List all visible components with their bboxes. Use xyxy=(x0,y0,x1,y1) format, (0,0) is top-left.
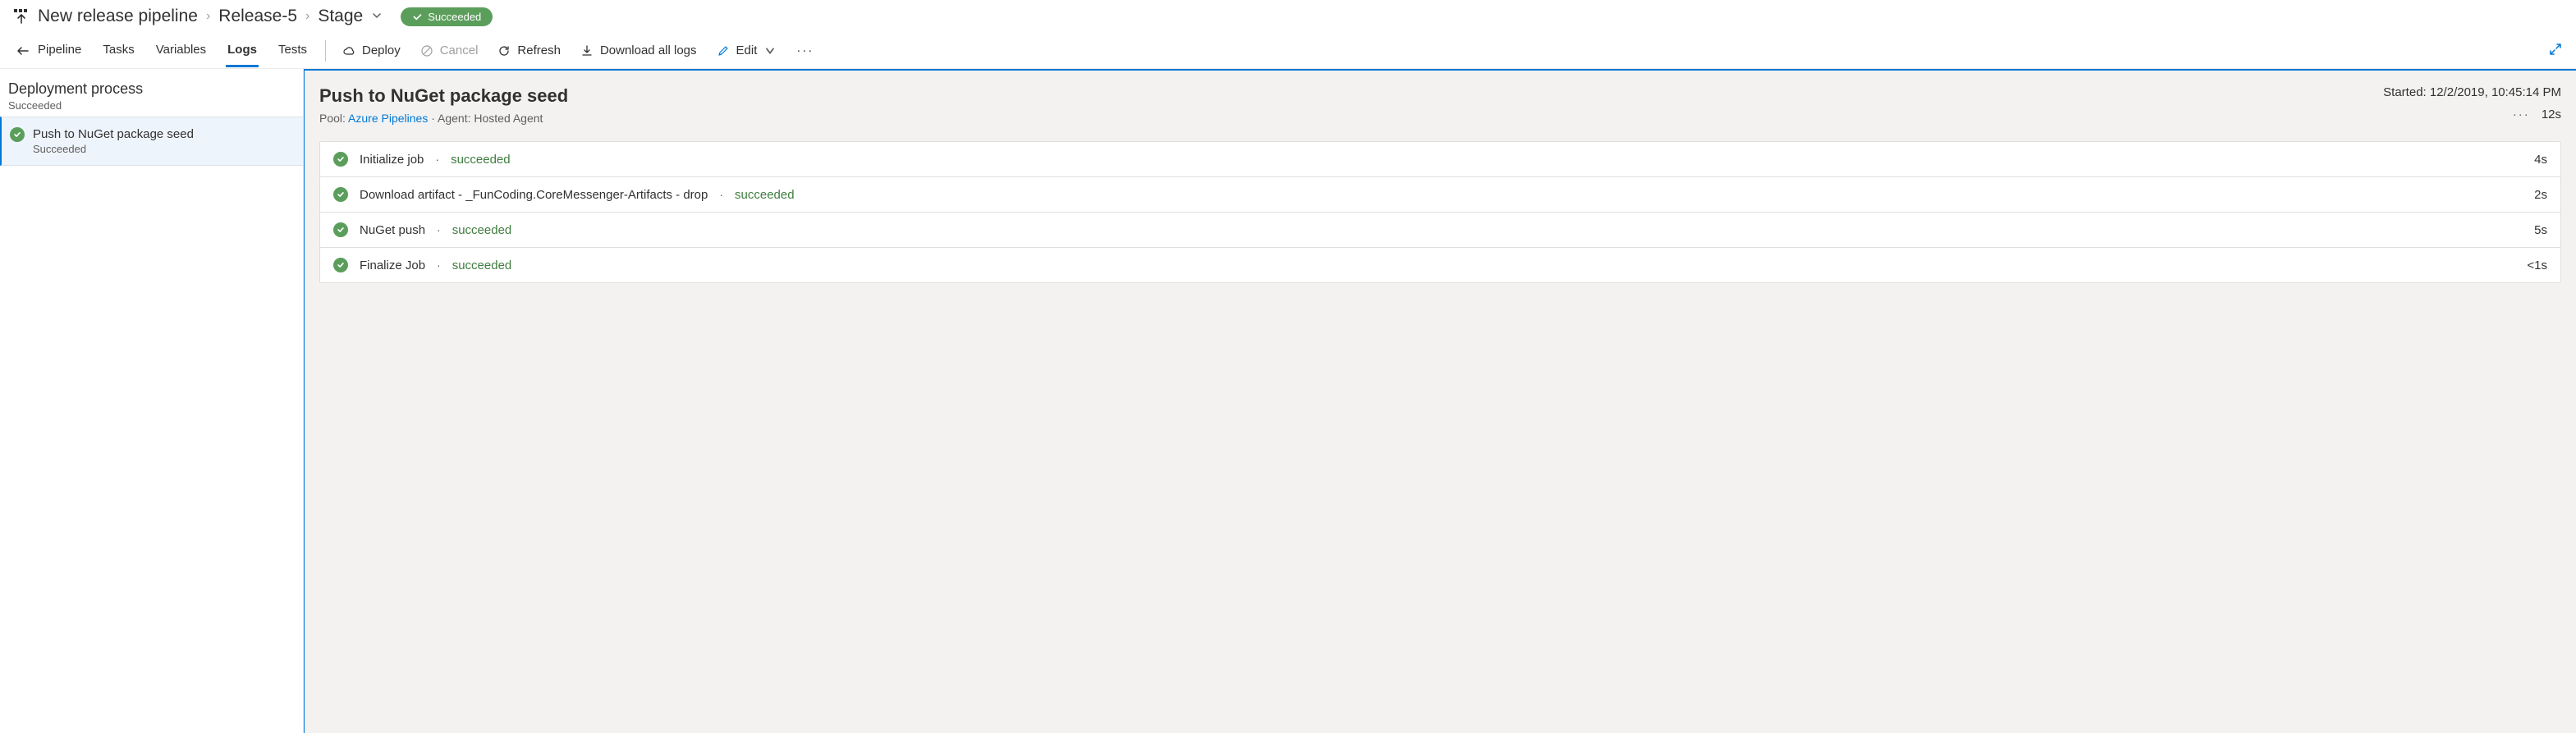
success-icon xyxy=(333,152,348,167)
pool-link[interactable]: Azure Pipelines xyxy=(348,112,428,125)
tab-variables[interactable]: Variables xyxy=(154,34,208,67)
edit-label: Edit xyxy=(736,43,758,57)
download-icon xyxy=(580,44,594,57)
step-duration: 2s xyxy=(2534,188,2547,202)
breadcrumb-release[interactable]: Release-5 xyxy=(218,7,297,26)
separator: · xyxy=(719,188,723,201)
check-icon xyxy=(412,11,423,22)
pencil-icon xyxy=(717,44,730,57)
divider xyxy=(325,40,326,62)
sidebar-item-name: Push to NuGet package seed xyxy=(33,127,194,141)
tab-pipeline[interactable]: Pipeline xyxy=(36,34,83,67)
meta-separator: · xyxy=(431,112,438,125)
separator: · xyxy=(437,259,441,272)
step-status: succeeded xyxy=(735,188,795,202)
steps-list: Initialize job · succeeded 4s Download a… xyxy=(319,141,2561,283)
sidebar-header: Deployment process Succeeded xyxy=(0,69,303,117)
job-title: Push to NuGet package seed xyxy=(319,85,568,107)
download-logs-button[interactable]: Download all logs xyxy=(580,43,697,57)
success-icon xyxy=(10,127,25,142)
refresh-label: Refresh xyxy=(517,43,561,57)
ellipsis-icon: ··· xyxy=(796,43,814,57)
total-duration: 12s xyxy=(2542,108,2561,121)
deployment-process-title: Deployment process xyxy=(8,80,295,98)
sidebar: Deployment process Succeeded Push to NuG… xyxy=(0,69,304,733)
deployment-process-status: Succeeded xyxy=(8,99,295,112)
tab-tasks[interactable]: Tasks xyxy=(101,34,135,67)
toolbar: Pipeline Tasks Variables Logs Tests Depl… xyxy=(0,33,2576,69)
started-time: Started: 12/2/2019, 10:45:14 PM xyxy=(2383,85,2561,99)
step-row[interactable]: NuGet push · succeeded 5s xyxy=(320,213,2560,248)
content: Deployment process Succeeded Push to NuG… xyxy=(0,69,2576,733)
page-header: New release pipeline › Release-5 › Stage… xyxy=(0,0,2576,33)
expand-button[interactable] xyxy=(2548,42,2563,59)
step-duration: <1s xyxy=(2527,259,2547,272)
cancel-button: Cancel xyxy=(420,43,479,57)
step-duration: 4s xyxy=(2534,153,2547,167)
action-bar: Deploy Cancel Refresh Download all logs … xyxy=(342,43,814,57)
edit-button[interactable]: Edit xyxy=(717,43,777,57)
chevron-right-icon: › xyxy=(305,9,309,24)
chevron-right-icon: › xyxy=(206,9,210,24)
step-row[interactable]: Finalize Job · succeeded <1s xyxy=(320,248,2560,282)
cloud-icon xyxy=(342,44,355,57)
tab-logs[interactable]: Logs xyxy=(226,34,259,67)
step-name: NuGet push xyxy=(360,223,425,237)
step-status: succeeded xyxy=(452,223,512,237)
step-duration: 5s xyxy=(2534,223,2547,237)
job-more-button[interactable]: ··· xyxy=(2513,108,2530,121)
status-badge-label: Succeeded xyxy=(428,11,481,23)
tabs: Pipeline Tasks Variables Logs Tests xyxy=(36,34,309,67)
step-name: Initialize job xyxy=(360,153,424,167)
more-button[interactable]: ··· xyxy=(796,43,814,57)
step-row[interactable]: Initialize job · succeeded 4s xyxy=(320,142,2560,177)
success-icon xyxy=(333,187,348,202)
cancel-label: Cancel xyxy=(440,43,479,57)
separator: · xyxy=(435,153,439,166)
release-icon xyxy=(13,8,30,25)
back-button[interactable] xyxy=(13,41,33,61)
tab-tests[interactable]: Tests xyxy=(277,34,309,67)
cancel-icon xyxy=(420,44,433,57)
status-badge: Succeeded xyxy=(401,7,493,26)
main-header: Push to NuGet package seed Pool: Azure P… xyxy=(319,85,2561,125)
step-status: succeeded xyxy=(451,153,511,167)
separator: · xyxy=(437,223,441,236)
agent-label: Agent: Hosted Agent xyxy=(438,112,543,125)
chevron-down-icon[interactable] xyxy=(371,10,383,24)
sidebar-item-status: Succeeded xyxy=(33,143,194,155)
breadcrumb-stage[interactable]: Stage xyxy=(318,7,363,26)
chevron-down-icon xyxy=(763,44,777,57)
success-icon xyxy=(333,258,348,272)
main-panel: Push to NuGet package seed Pool: Azure P… xyxy=(304,69,2576,733)
sidebar-item-job[interactable]: Push to NuGet package seed Succeeded xyxy=(0,117,303,166)
breadcrumb: New release pipeline › Release-5 › Stage xyxy=(38,7,383,26)
step-name: Download artifact - _FunCoding.CoreMesse… xyxy=(360,188,708,202)
deploy-label: Deploy xyxy=(362,43,401,57)
refresh-button[interactable]: Refresh xyxy=(497,43,561,57)
deploy-button[interactable]: Deploy xyxy=(342,43,401,57)
breadcrumb-pipeline[interactable]: New release pipeline xyxy=(38,7,198,26)
step-status: succeeded xyxy=(452,259,512,272)
success-icon xyxy=(333,222,348,237)
job-meta: Pool: Azure Pipelines · Agent: Hosted Ag… xyxy=(319,112,568,125)
download-label: Download all logs xyxy=(600,43,697,57)
step-name: Finalize Job xyxy=(360,259,425,272)
pool-label: Pool: xyxy=(319,112,346,125)
refresh-icon xyxy=(497,44,511,57)
step-row[interactable]: Download artifact - _FunCoding.CoreMesse… xyxy=(320,177,2560,213)
